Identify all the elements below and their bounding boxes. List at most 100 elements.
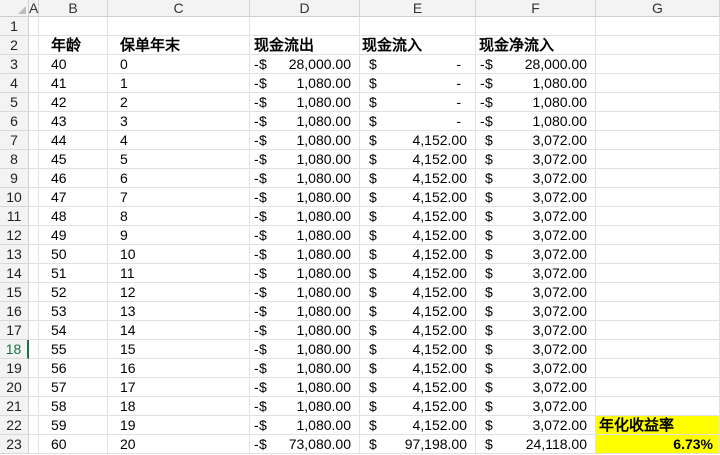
cell-net-cash-inflow[interactable]: $3,072.00 bbox=[476, 340, 596, 359]
row-header-14[interactable]: 14 bbox=[0, 264, 29, 283]
cell-a20[interactable] bbox=[29, 378, 39, 397]
cell-g21[interactable] bbox=[596, 397, 720, 416]
spreadsheet-grid[interactable]: A B C D E F G 1 2 3 4 5 6 7 8 9 10 11 12 13 14 15 16 17 18 19 20 21… bbox=[0, 0, 720, 455]
cell-age[interactable]: 46 bbox=[39, 169, 108, 188]
cell-net-cash-inflow[interactable]: $3,072.00 bbox=[476, 397, 596, 416]
cell-a1[interactable] bbox=[29, 17, 39, 36]
row-header-8[interactable]: 8 bbox=[0, 150, 29, 169]
cell-net-cash-inflow[interactable]: $3,072.00 bbox=[476, 321, 596, 340]
cell-age[interactable]: 42 bbox=[39, 93, 108, 112]
cell-cash-inflow[interactable]: $4,152.00 bbox=[360, 283, 476, 302]
row-header-9[interactable]: 9 bbox=[0, 169, 29, 188]
cell-cash-outflow[interactable]: - $1,080.00 bbox=[250, 283, 360, 302]
cell-a23[interactable] bbox=[29, 435, 39, 454]
cell-age[interactable]: 52 bbox=[39, 283, 108, 302]
cell-net-cash-inflow[interactable]: $3,072.00 bbox=[476, 226, 596, 245]
cell-age[interactable]: 57 bbox=[39, 378, 108, 397]
cell-policy-year[interactable]: 20 bbox=[108, 435, 250, 454]
annualized-return-value[interactable]: 6.73% bbox=[596, 435, 720, 454]
cell-a14[interactable] bbox=[29, 264, 39, 283]
cell-a9[interactable] bbox=[29, 169, 39, 188]
row-header-19[interactable]: 19 bbox=[0, 359, 29, 378]
row-header-21[interactable]: 21 bbox=[0, 397, 29, 416]
cell-policy-year[interactable]: 7 bbox=[108, 188, 250, 207]
row-header-16[interactable]: 16 bbox=[0, 302, 29, 321]
cell-age[interactable]: 45 bbox=[39, 150, 108, 169]
cell-policy-year[interactable]: 12 bbox=[108, 283, 250, 302]
cell-g4[interactable] bbox=[596, 74, 720, 93]
cell-a16[interactable] bbox=[29, 302, 39, 321]
cell-net-cash-inflow[interactable]: - $1,080.00 bbox=[476, 74, 596, 93]
cell-cash-inflow[interactable]: $4,152.00 bbox=[360, 131, 476, 150]
cell-a12[interactable] bbox=[29, 226, 39, 245]
cell-a5[interactable] bbox=[29, 93, 39, 112]
cell-cash-outflow[interactable]: - $1,080.00 bbox=[250, 207, 360, 226]
header-cash-inflow[interactable]: 现金流入 bbox=[360, 36, 476, 55]
cell-cash-inflow[interactable]: $4,152.00 bbox=[360, 378, 476, 397]
cell-g15[interactable] bbox=[596, 283, 720, 302]
column-header-a[interactable]: A bbox=[29, 0, 39, 17]
row-header-13[interactable]: 13 bbox=[0, 245, 29, 264]
cell-policy-year[interactable]: 8 bbox=[108, 207, 250, 226]
cell-cash-inflow[interactable]: $4,152.00 bbox=[360, 150, 476, 169]
cell-a4[interactable] bbox=[29, 74, 39, 93]
cell-cash-outflow[interactable]: - $1,080.00 bbox=[250, 226, 360, 245]
row-header-2[interactable]: 2 bbox=[0, 36, 29, 55]
cell-net-cash-inflow[interactable]: - $1,080.00 bbox=[476, 93, 596, 112]
cell-g18[interactable] bbox=[596, 340, 720, 359]
cell-d1[interactable] bbox=[250, 17, 360, 36]
cell-a3[interactable] bbox=[29, 55, 39, 74]
cell-cash-inflow[interactable]: $4,152.00 bbox=[360, 302, 476, 321]
cell-net-cash-inflow[interactable]: $3,072.00 bbox=[476, 150, 596, 169]
row-header-15[interactable]: 15 bbox=[0, 283, 29, 302]
cell-net-cash-inflow[interactable]: $3,072.00 bbox=[476, 169, 596, 188]
cell-age[interactable]: 59 bbox=[39, 416, 108, 435]
cell-policy-year[interactable]: 4 bbox=[108, 131, 250, 150]
cell-cash-inflow[interactable]: $4,152.00 bbox=[360, 340, 476, 359]
row-header-18[interactable]: 18 bbox=[0, 340, 29, 359]
cell-cash-inflow[interactable]: $4,152.00 bbox=[360, 321, 476, 340]
cell-net-cash-inflow[interactable]: $3,072.00 bbox=[476, 264, 596, 283]
cell-age[interactable]: 44 bbox=[39, 131, 108, 150]
row-header-5[interactable]: 5 bbox=[0, 93, 29, 112]
cell-cash-inflow[interactable]: $4,152.00 bbox=[360, 264, 476, 283]
cell-cash-outflow[interactable]: - $73,080.00 bbox=[250, 435, 360, 454]
cell-a19[interactable] bbox=[29, 359, 39, 378]
cell-cash-outflow[interactable]: - $1,080.00 bbox=[250, 93, 360, 112]
row-header-6[interactable]: 6 bbox=[0, 112, 29, 131]
column-header-b[interactable]: B bbox=[39, 0, 108, 17]
row-header-23[interactable]: 23 bbox=[0, 435, 29, 454]
cell-cash-inflow[interactable]: $4,152.00 bbox=[360, 169, 476, 188]
cell-policy-year[interactable]: 1 bbox=[108, 74, 250, 93]
cell-age[interactable]: 50 bbox=[39, 245, 108, 264]
cell-age[interactable]: 43 bbox=[39, 112, 108, 131]
cell-cash-outflow[interactable]: - $1,080.00 bbox=[250, 340, 360, 359]
cell-age[interactable]: 41 bbox=[39, 74, 108, 93]
cell-a6[interactable] bbox=[29, 112, 39, 131]
cell-net-cash-inflow[interactable]: $3,072.00 bbox=[476, 302, 596, 321]
cell-cash-inflow[interactable]: $4,152.00 bbox=[360, 397, 476, 416]
cell-cash-outflow[interactable]: - $1,080.00 bbox=[250, 131, 360, 150]
cell-policy-year[interactable]: 19 bbox=[108, 416, 250, 435]
cell-a10[interactable] bbox=[29, 188, 39, 207]
cell-policy-year[interactable]: 17 bbox=[108, 378, 250, 397]
cell-b1[interactable] bbox=[39, 17, 108, 36]
cell-policy-year[interactable]: 16 bbox=[108, 359, 250, 378]
cell-g19[interactable] bbox=[596, 359, 720, 378]
cell-cash-outflow[interactable]: - $1,080.00 bbox=[250, 378, 360, 397]
cell-age[interactable]: 49 bbox=[39, 226, 108, 245]
row-header-3[interactable]: 3 bbox=[0, 55, 29, 74]
cell-cash-outflow[interactable]: - $28,000.00 bbox=[250, 55, 360, 74]
cell-policy-year[interactable]: 11 bbox=[108, 264, 250, 283]
cell-policy-year[interactable]: 13 bbox=[108, 302, 250, 321]
cell-policy-year[interactable]: 10 bbox=[108, 245, 250, 264]
cell-g14[interactable] bbox=[596, 264, 720, 283]
cell-a13[interactable] bbox=[29, 245, 39, 264]
cell-cash-inflow[interactable]: $4,152.00 bbox=[360, 226, 476, 245]
cell-net-cash-inflow[interactable]: $3,072.00 bbox=[476, 188, 596, 207]
cell-g11[interactable] bbox=[596, 207, 720, 226]
column-header-g[interactable]: G bbox=[596, 0, 720, 17]
cell-cash-inflow[interactable]: $4,152.00 bbox=[360, 359, 476, 378]
row-header-17[interactable]: 17 bbox=[0, 321, 29, 340]
cell-net-cash-inflow[interactable]: $3,072.00 bbox=[476, 359, 596, 378]
